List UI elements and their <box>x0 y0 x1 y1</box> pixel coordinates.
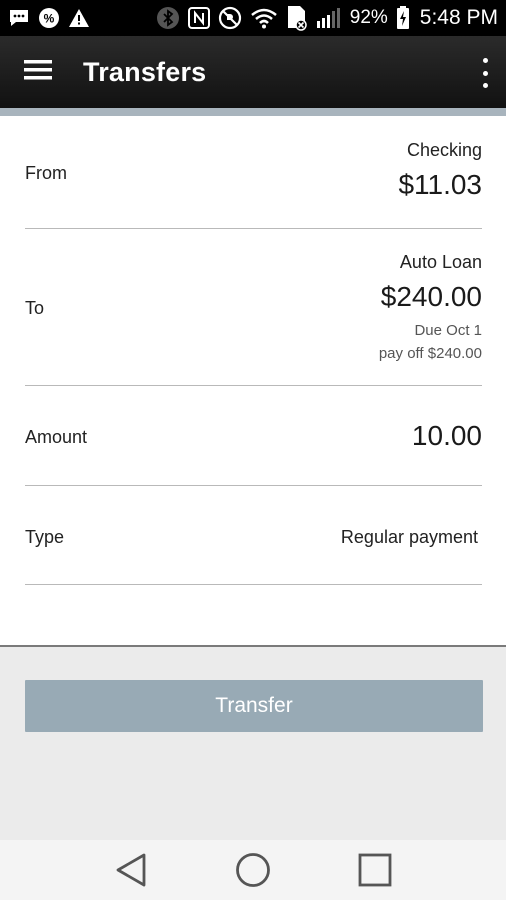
to-account-name: Auto Loan <box>399 252 482 272</box>
transfer-button[interactable]: Transfer <box>25 680 483 732</box>
due-info: Due Oct 1 pay off $240.00 <box>379 319 482 365</box>
from-account-balance: $11.03 <box>398 169 482 200</box>
from-account-row[interactable]: From Checking $11.03 <box>25 116 482 229</box>
amount-label: Amount <box>25 427 88 447</box>
message-icon <box>8 8 30 28</box>
from-label: From <box>25 163 67 183</box>
page-title: Transfers <box>83 56 207 87</box>
to-account-row[interactable]: To Auto Loan $240.00 Due Oct 1 pay off $… <box>25 228 482 386</box>
status-time: 5:48 PM <box>419 6 498 29</box>
to-account-balance: $240.00 <box>380 281 482 312</box>
due-date: Due Oct 1 <box>414 322 482 339</box>
type-label: Type <box>25 527 65 547</box>
recents-icon[interactable] <box>350 845 400 895</box>
app-bar-shadow <box>0 108 506 116</box>
home-icon[interactable] <box>228 845 278 895</box>
battery-percent: 92% <box>349 7 388 28</box>
payoff-amount: pay off $240.00 <box>378 345 482 362</box>
svg-text:%: % <box>44 12 55 26</box>
overflow-menu-icon[interactable] <box>478 58 492 88</box>
percent-icon: % <box>38 7 60 29</box>
amount-row: Amount 10.00 <box>25 385 482 486</box>
back-icon[interactable] <box>106 845 156 895</box>
bluetooth-icon <box>156 6 180 30</box>
from-account-info: Checking $11.03 <box>398 140 482 201</box>
to-label: To <box>25 298 45 318</box>
payment-type-select[interactable]: Regular payment <box>341 527 478 548</box>
from-account-name: Checking <box>406 140 482 160</box>
type-row[interactable]: Type Regular payment <box>25 485 482 585</box>
app-bar: Transfers <box>0 36 506 108</box>
battery-icon <box>396 6 410 30</box>
to-account-info: Auto Loan $240.00 Due Oct 1 pay off $240… <box>379 252 482 365</box>
amount-input[interactable]: 10.00 <box>412 420 482 452</box>
warning-icon <box>68 8 90 28</box>
system-nav-bar <box>0 840 506 900</box>
status-left-icons: % <box>8 7 90 29</box>
status-right-icons: 92% 5:48 PM <box>156 5 498 31</box>
transfer-form: From Checking $11.03 To Auto Loan $240.0… <box>0 116 506 647</box>
sim-icon <box>286 5 308 31</box>
do-not-disturb-icon <box>218 6 242 30</box>
signal-icon <box>316 7 342 29</box>
hamburger-menu-icon <box>24 59 52 86</box>
menu-button[interactable] <box>0 36 78 108</box>
nfc-icon <box>187 7 210 29</box>
wifi-icon <box>250 7 278 29</box>
status-bar: % 92% 5:48 PM <box>0 0 506 36</box>
